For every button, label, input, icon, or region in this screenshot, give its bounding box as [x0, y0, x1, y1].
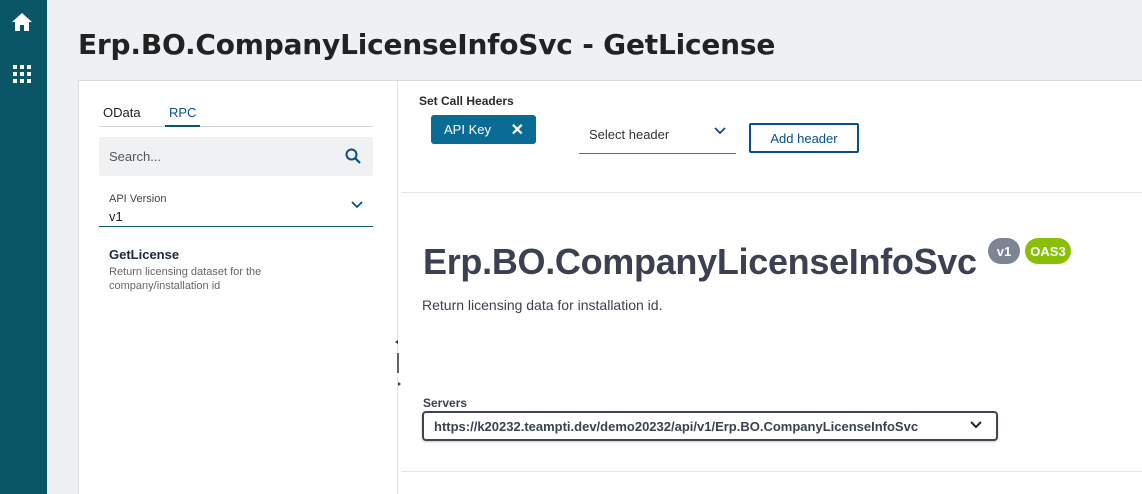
home-button[interactable]	[10, 10, 34, 34]
resize-handle[interactable]	[394, 337, 402, 389]
api-version-label: API Version	[109, 193, 167, 205]
search-input[interactable]	[109, 149, 329, 164]
apps-button[interactable]	[10, 62, 34, 86]
version-badge: v1	[988, 238, 1020, 264]
operations-sidebar: OData RPC API Version v1 GetLicense Retu…	[79, 81, 398, 494]
divider	[401, 471, 1142, 472]
main-panel: OData RPC API Version v1 GetLicense Retu…	[78, 80, 1142, 494]
operation-getlicense[interactable]: GetLicense	[109, 247, 179, 262]
servers-label: Servers	[423, 396, 468, 410]
select-header-value: Select header	[589, 127, 670, 142]
home-icon	[12, 13, 32, 31]
oas-badge: OAS3	[1025, 238, 1071, 264]
call-headers-section: Set Call Headers API Key ✕ Select header…	[401, 81, 1142, 193]
header-chip-label: API Key	[444, 122, 491, 137]
header-chip-api-key[interactable]: API Key ✕	[431, 115, 536, 144]
grid-icon	[13, 65, 31, 83]
service-description: Return licensing data for installation i…	[422, 297, 663, 313]
close-icon[interactable]: ✕	[511, 120, 524, 140]
select-header-dropdown[interactable]: Select header	[579, 119, 736, 154]
page-title: Erp.BO.CompanyLicenseInfoSvc - GetLicens…	[78, 28, 776, 61]
servers-select[interactable]: https://k20232.teampti.dev/demo20232/api…	[422, 411, 998, 441]
operation-description: Return licensing dataset for the company…	[109, 266, 262, 292]
chevron-down-icon	[351, 201, 363, 209]
search-box	[99, 137, 373, 176]
call-headers-title: Set Call Headers	[419, 94, 514, 108]
tab-rpc[interactable]: RPC	[165, 105, 201, 127]
api-version-value: v1	[109, 209, 123, 224]
nav-rail	[0, 0, 47, 494]
protocol-tabs: OData RPC	[99, 105, 373, 127]
service-title: Erp.BO.CompanyLicenseInfoSvc	[423, 241, 977, 282]
search-icon[interactable]	[345, 148, 361, 164]
server-url: https://k20232.teampti.dev/demo20232/api…	[434, 419, 919, 434]
api-version-select[interactable]: API Version v1	[99, 191, 373, 227]
chevron-down-icon	[970, 421, 982, 429]
chevron-down-icon	[714, 127, 726, 135]
add-header-button[interactable]: Add header	[749, 123, 859, 153]
tab-odata[interactable]: OData	[103, 105, 141, 127]
